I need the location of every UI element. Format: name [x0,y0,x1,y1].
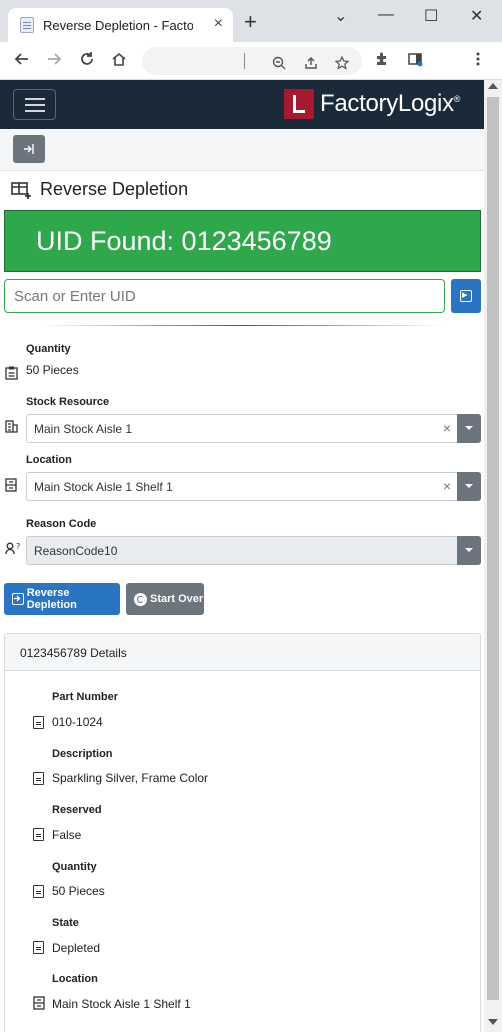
detail-label: Quantity [52,861,97,873]
side-panel-icon[interactable] [407,51,423,71]
factorylogix-logo: FactoryLogix® [284,89,460,119]
clear-stock-resource-icon[interactable]: × [443,420,451,436]
shelf-icon [5,478,18,492]
reload-icon[interactable] [79,51,95,71]
expand-sidebar-button[interactable] [13,135,45,163]
user-question-icon: ? [5,542,21,555]
tab-close-icon[interactable]: × [214,16,223,32]
detail-value: Sparkling Silver, Frame Color [52,771,209,785]
tab-search-chevron-icon[interactable]: ⌄ [334,6,347,26]
section-divider [40,325,444,326]
reverse-depletion-button[interactable]: Reverse Depletion [4,583,120,615]
browser-menu-icon[interactable] [475,51,481,71]
share-icon[interactable] [304,56,318,73]
detail-value: 50 Pieces [52,884,105,898]
svg-text:?: ? [16,542,20,551]
location-value: Main Stock Aisle 1 Shelf 1 [34,480,173,494]
stock-resource-label: Stock Resource [26,396,110,408]
detail-label: State [52,917,79,929]
page-favicon-icon [20,17,34,33]
clipboard-icon [5,366,18,380]
reason-code-select[interactable]: ReasonCode10 [26,536,481,565]
zoom-icon[interactable] [272,56,286,73]
location-label: Location [26,454,72,466]
browser-toolbar [0,42,502,80]
restart-icon [134,592,147,606]
reason-code-label: Reason Code [26,518,97,530]
scroll-down-arrow-icon[interactable] [488,1019,498,1025]
clear-location-icon[interactable]: × [443,478,451,494]
browser-tab[interactable]: Reverse Depletion - FactoryLogix × [8,8,233,42]
chevron-down-icon[interactable] [457,472,481,501]
page-heading: Reverse Depletion [11,179,188,200]
tab-title: Reverse Depletion - FactoryLogix [43,17,193,33]
reverse-depletion-label: Reverse Depletion [26,587,77,611]
document-icon [33,941,44,954]
sub-toolbar [0,129,484,171]
document-icon [33,885,44,898]
detail-label: Reserved [52,804,102,816]
details-card: 0123456789 Details Part Number 010-1024 … [4,633,481,1032]
document-icon [33,716,44,729]
logo-mark-icon [284,89,314,119]
back-arrow-icon[interactable] [14,51,30,71]
page-title: Reverse Depletion [40,179,189,199]
stock-resource-select[interactable]: Main Stock Aisle 1 × [26,414,481,443]
detail-value: Main Stock Aisle 1 Shelf 1 [52,997,191,1011]
location-select[interactable]: Main Stock Aisle 1 Shelf 1 × [26,472,481,501]
quantity-label: Quantity [26,343,71,355]
hamburger-menu-icon[interactable] [13,89,56,120]
address-bar[interactable] [142,47,362,75]
details-header: 0123456789 Details [5,634,480,671]
new-tab-icon[interactable]: + [244,11,257,33]
window-maximize-icon[interactable]: ☐ [424,6,438,26]
enter-arrow-icon [12,593,24,605]
uid-found-banner: UID Found: 0123456789 [4,210,481,272]
detail-label: Location [52,973,98,985]
extensions-puzzle-icon[interactable] [374,51,390,71]
start-over-label: Start Over [150,593,204,605]
home-icon[interactable] [111,51,127,71]
scroll-up-arrow-icon[interactable] [488,83,498,89]
app-navbar: FactoryLogix® [0,80,484,129]
stock-resource-value: Main Stock Aisle 1 [34,422,133,436]
forward-arrow-icon[interactable] [46,51,62,71]
detail-value: False [52,828,82,842]
address-divider [244,53,245,69]
start-over-button[interactable]: Start Over [126,583,204,615]
brand-name: FactoryLogix® [320,90,461,117]
window-minimize-icon[interactable]: — [378,6,394,24]
quantity-value: 50 Pieces [26,363,79,377]
browser-tab-bar: Reverse Depletion - FactoryLogix × + ⌄ —… [0,0,502,42]
scan-uid-input[interactable] [4,279,445,313]
shelf-icon [33,996,45,1015]
document-icon [33,828,44,841]
scrollbar-thumb[interactable] [487,97,499,1000]
detail-value: 010-1024 [52,715,103,729]
building-icon [5,420,18,433]
chevron-down-icon[interactable] [457,536,481,565]
detail-label: Part Number [52,691,119,703]
table-add-icon [11,180,33,200]
window-close-icon[interactable]: ✕ [470,6,483,26]
uid-found-text: UID Found: 0123456789 [36,225,332,256]
bookmark-star-icon[interactable] [334,55,350,73]
chevron-down-icon[interactable] [457,414,481,443]
detail-value: Depleted [52,941,101,955]
reason-code-value: ReasonCode10 [34,544,118,558]
enter-arrow-icon [460,288,472,302]
document-icon [33,772,44,785]
detail-label: Description [52,748,113,760]
submit-uid-button[interactable] [451,279,481,313]
